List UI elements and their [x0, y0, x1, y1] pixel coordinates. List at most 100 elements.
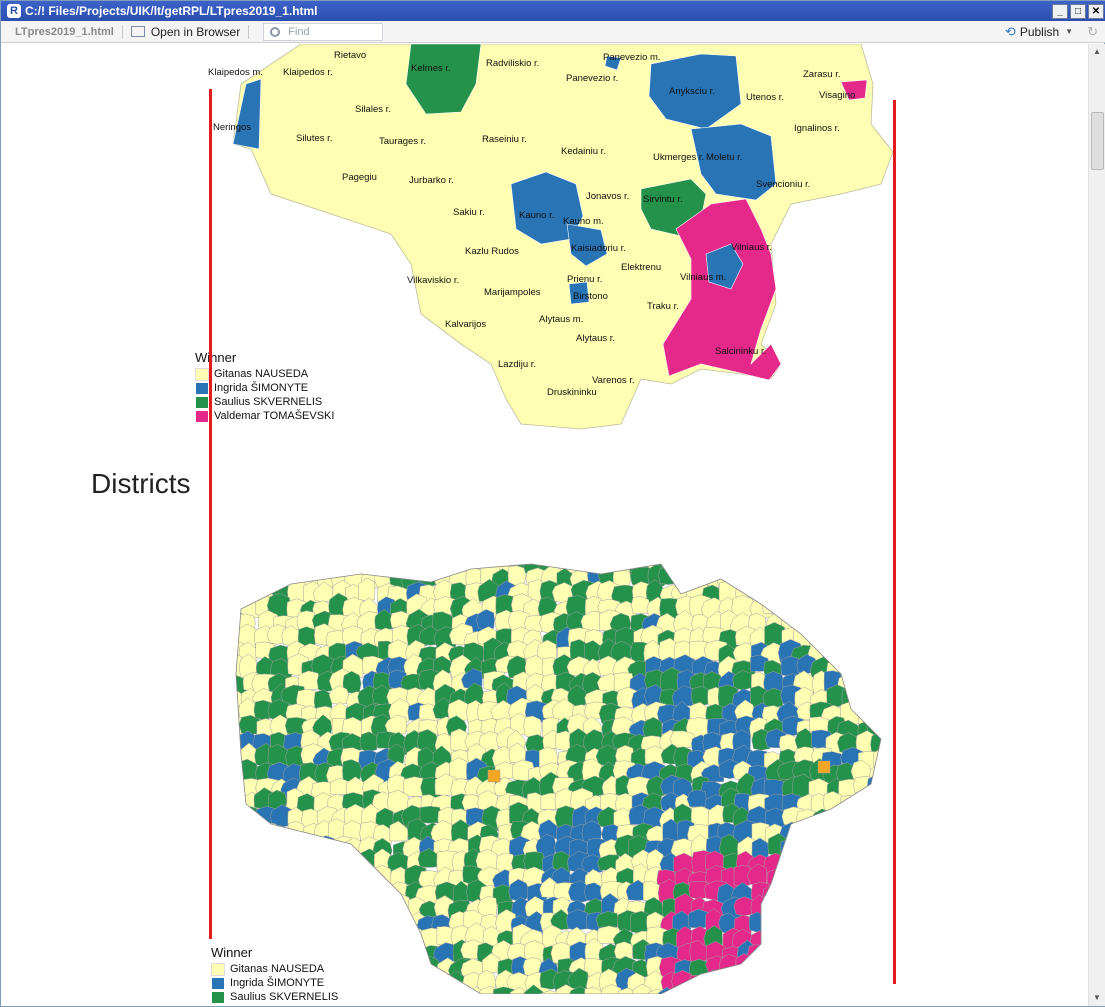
district-region: [419, 971, 443, 994]
district-region: [807, 973, 833, 994]
district-region: [806, 564, 829, 574]
district-region: [284, 909, 306, 932]
district-region: [283, 564, 306, 573]
legend-label: Valdemar TOMAŠEVSKI: [214, 410, 335, 422]
open-in-browser-button[interactable]: Open in Browser: [151, 25, 240, 39]
district-region: [868, 656, 881, 682]
district-region: [822, 564, 844, 574]
district-region: [888, 628, 907, 650]
district-region: [749, 564, 770, 586]
district-region: [778, 597, 797, 623]
municipality-label: Jonavos r.: [586, 191, 629, 202]
municipality-label: Salcininku r.: [715, 346, 766, 357]
district-region: [718, 564, 742, 577]
district-region: [794, 939, 818, 962]
district-region: [871, 954, 881, 980]
browser-window-icon[interactable]: [130, 26, 145, 37]
legend-label: Saulius SKVERNELIS: [214, 396, 323, 408]
publish-icon[interactable]: ⟲: [1005, 24, 1016, 40]
district-region: [866, 850, 881, 870]
district-region: [868, 702, 881, 725]
district-region: [287, 821, 306, 844]
find-input[interactable]: Find: [263, 22, 384, 41]
district-region: [358, 881, 379, 903]
district-region: [824, 883, 845, 902]
close-button[interactable]: ✕: [1088, 3, 1104, 19]
district-region: [686, 789, 707, 808]
district-region: [865, 809, 881, 829]
district-region: [315, 908, 337, 934]
divider-line-right: [893, 100, 896, 984]
publish-button[interactable]: Publish: [1020, 25, 1059, 39]
district-region: [388, 971, 410, 994]
district-region: [838, 596, 860, 620]
minimize-button[interactable]: _: [1052, 3, 1068, 19]
district-region: [780, 884, 801, 906]
district-region: [328, 851, 349, 877]
district-region: [790, 881, 813, 905]
district-region: [886, 718, 907, 743]
municipality-label: Neringos: [213, 122, 251, 133]
scroll-up-icon[interactable]: ▲: [1089, 44, 1105, 60]
municipality-label: Vilniaus r.: [731, 242, 772, 253]
district-region: [867, 774, 881, 798]
district-region: [748, 969, 771, 994]
district-region: [778, 585, 798, 605]
district-region: [807, 958, 829, 976]
district-region: [749, 585, 774, 604]
district-region: [317, 564, 339, 576]
district-region: [836, 624, 859, 645]
district-region: [872, 791, 881, 816]
municipality-label: Kedainiu r.: [561, 146, 606, 157]
legend-item: Ingrida ŠIMONYTE: [211, 976, 338, 990]
legend-swatch: [211, 976, 225, 990]
district-region: [737, 990, 761, 994]
legend-swatch: [195, 381, 209, 395]
district-region: [762, 564, 789, 577]
district-region: [256, 822, 279, 845]
district-region: [687, 985, 709, 994]
district-region: [871, 910, 881, 937]
district-region: [297, 834, 321, 857]
municipality-label: Druskininku: [547, 387, 597, 398]
district-region: [823, 597, 842, 617]
district-region: [870, 973, 881, 994]
maximize-button[interactable]: □: [1070, 3, 1086, 19]
search-icon: [270, 26, 281, 37]
district-region: [851, 564, 870, 591]
municipality-label: Ignalinos r.: [794, 123, 840, 134]
districts-heading: Districts: [91, 468, 191, 499]
district-region: [401, 968, 423, 994]
district-region: [852, 868, 872, 892]
district-region: [762, 594, 785, 614]
legend-item: Gitanas NAUSEDA: [211, 962, 338, 976]
municipality-label: Radviliskio r.: [486, 58, 539, 69]
scroll-down-icon[interactable]: ▼: [1089, 990, 1105, 1006]
district-region: [340, 942, 367, 963]
district-region: [887, 750, 910, 773]
district-region: [671, 970, 693, 993]
municipality-label: Visagino: [819, 90, 855, 101]
chevron-down-icon[interactable]: ▼: [1065, 27, 1073, 36]
district-region: [267, 836, 292, 855]
district-region: [886, 688, 910, 713]
district-region: [888, 584, 910, 608]
municipality-label: Alytaus m.: [539, 314, 583, 325]
district-region: [870, 597, 881, 618]
district-region: [328, 907, 350, 932]
scrollbar-thumb[interactable]: [1091, 112, 1104, 170]
district-region: [267, 897, 289, 917]
district-region: [344, 987, 370, 994]
district-region: [310, 897, 335, 917]
district-region: [791, 913, 814, 933]
district-region: [857, 629, 880, 652]
district-region: [792, 973, 819, 994]
refresh-icon[interactable]: ↻: [1087, 24, 1098, 40]
district-region: [346, 564, 371, 572]
district-region: [360, 986, 377, 994]
district-region: [778, 973, 798, 994]
district-region: [853, 957, 875, 980]
vertical-scrollbar[interactable]: ▲ ▼: [1088, 44, 1105, 1006]
municipality-label: Elektrenu: [621, 262, 661, 273]
district-region: [866, 625, 881, 647]
